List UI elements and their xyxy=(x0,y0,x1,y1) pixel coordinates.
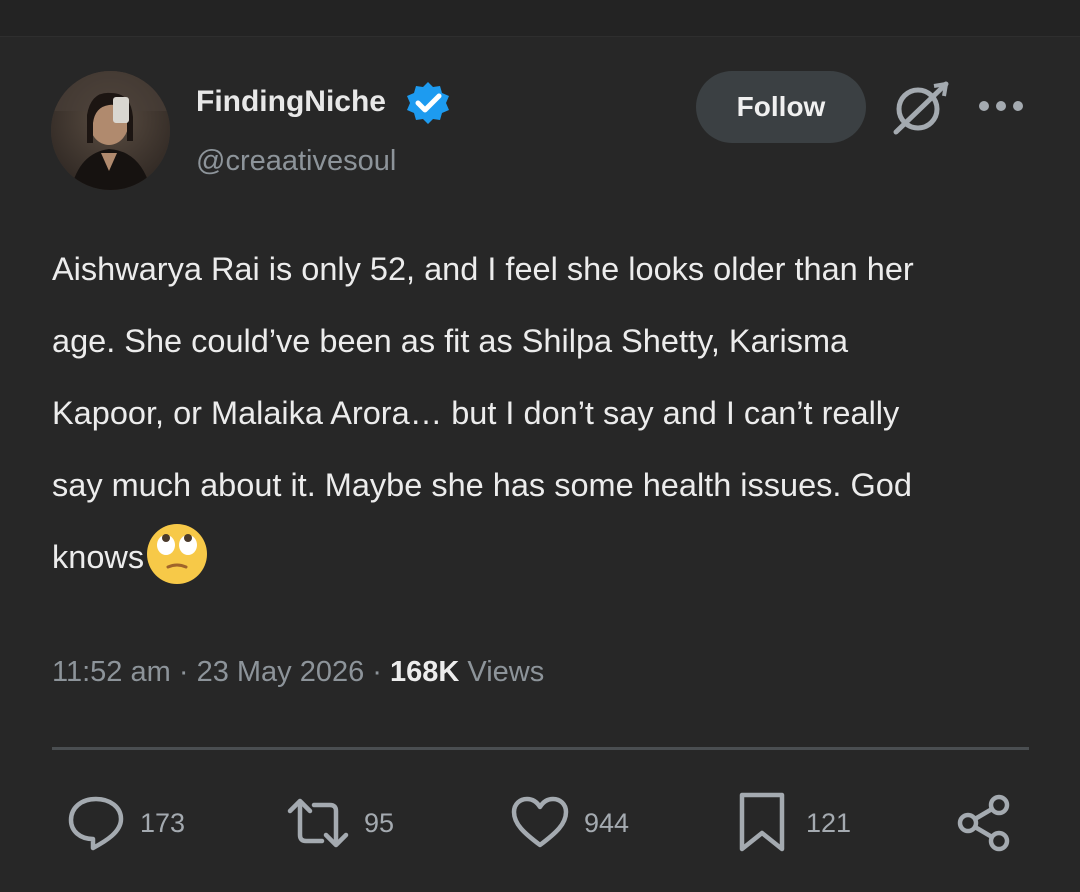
retweet-button[interactable]: 95 xyxy=(284,790,394,856)
divider xyxy=(52,747,1029,750)
tweet-text-line: Aishwarya Rai is only 52, and I feel she… xyxy=(52,251,914,287)
share-icon xyxy=(957,794,1010,852)
verified-badge-icon xyxy=(407,82,449,124)
retweet-icon xyxy=(287,798,349,848)
views-count: 168K xyxy=(390,656,460,688)
top-bar xyxy=(0,0,1080,37)
heart-icon xyxy=(511,796,569,848)
tweet-date[interactable]: 23 May 2026 xyxy=(197,656,365,688)
grok-icon[interactable] xyxy=(890,78,950,136)
meta-separator: · xyxy=(178,656,189,688)
bookmark-count: 121 xyxy=(806,808,852,838)
meta-separator: · xyxy=(372,656,382,688)
reply-icon xyxy=(68,796,124,851)
follow-button[interactable]: Follow xyxy=(696,71,866,143)
tweet-text-line: knows xyxy=(52,539,145,575)
tweet-text-line: say much about it. Maybe she has some he… xyxy=(52,467,912,503)
avatar[interactable] xyxy=(51,71,170,190)
retweet-count: 95 xyxy=(364,808,395,838)
author-display-name[interactable]: FindingNiche xyxy=(196,82,386,122)
avatar-image xyxy=(51,71,170,190)
author-handle[interactable]: @creaativesoul xyxy=(196,142,396,180)
tweet-time[interactable]: 11:52 am xyxy=(52,656,171,688)
tweet-text-line: Kapoor, or Malaika Arora… but I don’t sa… xyxy=(52,395,900,431)
share-button[interactable] xyxy=(956,790,1012,856)
tweet-meta: 11:52 am · 23 May 2026 · 168K Views xyxy=(52,652,544,692)
more-horizontal-icon[interactable] xyxy=(978,98,1024,114)
reply-button[interactable]: 173 xyxy=(66,790,185,856)
face-with-rolling-eyes-emoji xyxy=(147,524,208,585)
like-count: 944 xyxy=(584,808,630,838)
like-button[interactable]: 944 xyxy=(510,790,629,856)
views-label: Views xyxy=(467,656,545,688)
tweet-text-last-line: knows xyxy=(52,521,1037,593)
tweet-text-line: age. She could’ve been as fit as Shilpa … xyxy=(52,323,849,359)
bookmark-icon xyxy=(739,792,785,852)
bookmark-button[interactable]: 121 xyxy=(736,790,851,856)
reply-count: 173 xyxy=(140,808,186,838)
tweet-text: Aishwarya Rai is only 52, and I feel she… xyxy=(52,233,1037,593)
